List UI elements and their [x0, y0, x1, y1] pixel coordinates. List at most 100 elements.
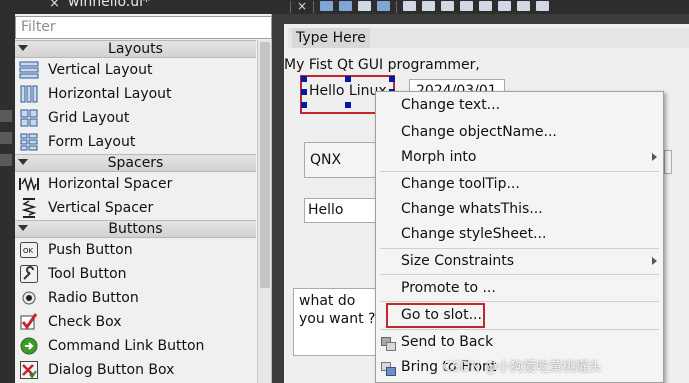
edit-widgets-icon[interactable]: [320, 1, 333, 11]
edit-tab-order-icon[interactable]: [377, 1, 390, 11]
menu-item-change-tooltip[interactable]: Change toolTip...: [376, 172, 663, 196]
category-buttons[interactable]: Buttons: [15, 220, 256, 238]
splitter-handle[interactable]: [273, 14, 284, 383]
menu-item-label: Morph into: [401, 149, 477, 165]
widget-item-horizontal-spacer[interactable]: Horizontal Spacer: [15, 172, 256, 196]
category-label: Buttons: [108, 221, 163, 237]
widget-item-label: Grid Layout: [48, 110, 130, 126]
context-menu: Change text... Change objectName... Morp…: [375, 91, 664, 383]
menu-item-label: Send to Back: [401, 334, 494, 350]
text-edit[interactable]: what do you want ?: [293, 288, 383, 356]
form-label-text[interactable]: My Fist Qt GUI programmer,: [284, 57, 480, 73]
lay-out-horizontally-icon[interactable]: [403, 1, 416, 11]
filter-input[interactable]: Filter: [15, 16, 272, 39]
category-label: Layouts: [108, 41, 163, 57]
tool-button-icon: [19, 264, 39, 284]
radio-button-icon: [19, 288, 39, 308]
widget-box-scrollbar[interactable]: [257, 40, 271, 383]
line-edit[interactable]: Hello: [304, 198, 379, 223]
widget-item-push-button[interactable]: OK Push Button: [15, 238, 256, 262]
check-box-icon: [19, 312, 39, 332]
widget-item-radio-button[interactable]: Radio Button: [15, 286, 256, 310]
left-dock-gutter: [0, 14, 15, 383]
widget-item-horizontal-layout[interactable]: Horizontal Layout: [15, 82, 256, 106]
horizontal-layout-icon: [19, 84, 39, 104]
close-form-icon[interactable]: ×: [297, 0, 307, 12]
grid-layout-icon: [19, 108, 39, 128]
combo-box-edge[interactable]: [664, 150, 672, 174]
vertical-layout-icon: [19, 60, 39, 80]
form-menu-bar: Type Here: [288, 28, 689, 48]
widget-item-label: Horizontal Layout: [48, 86, 172, 102]
selection-handle[interactable]: [345, 76, 351, 82]
menu-item-change-text[interactable]: Change text...: [376, 93, 663, 117]
widget-item-label: Command Link Button: [48, 338, 205, 354]
widget-item-dialog-button-box[interactable]: Dialog Button Box: [15, 358, 256, 382]
widget-item-form-layout[interactable]: Form Layout: [15, 130, 256, 154]
adjust-size-icon[interactable]: [536, 1, 549, 11]
dock-marker: [0, 154, 12, 166]
tab-close-button[interactable]: ×: [49, 0, 60, 11]
expand-arrow-icon[interactable]: [18, 225, 28, 231]
edit-signals-slots-icon[interactable]: [339, 1, 352, 11]
watermark-text: CSDN @小狗爱吃黄桃罐头: [443, 360, 602, 375]
widget-item-label: Radio Button: [48, 290, 139, 306]
category-spacers[interactable]: Spacers: [15, 154, 256, 172]
lay-out-horizontal-splitter-icon[interactable]: [441, 1, 454, 11]
svg-text:OK: OK: [23, 247, 34, 255]
menu-item-promote-to[interactable]: Promote to ...: [376, 276, 663, 300]
scrollbar-thumb[interactable]: [260, 42, 270, 288]
menu-item-go-to-slot[interactable]: Go to slot...: [376, 303, 663, 327]
edit-buddies-icon[interactable]: [358, 1, 371, 11]
widget-item-vertical-spacer[interactable]: Vertical Spacer: [15, 196, 256, 220]
push-button-icon: OK: [19, 240, 39, 260]
toolbar-separator: [290, 1, 291, 13]
category-label: Spacers: [107, 155, 164, 171]
menu-item-change-stylesheet[interactable]: Change styleSheet...: [376, 222, 663, 246]
menu-item-label: Size Constraints: [401, 253, 515, 269]
submenu-arrow-icon: [652, 257, 657, 265]
command-link-icon: [19, 336, 39, 356]
lay-out-vertical-splitter-icon[interactable]: [460, 1, 473, 11]
send-to-back-icon: [381, 335, 396, 351]
expand-arrow-icon[interactable]: [18, 45, 28, 51]
menu-item-change-whatsthis[interactable]: Change whatsThis...: [376, 197, 663, 221]
widget-item-label: Form Layout: [48, 134, 136, 150]
selection-handle[interactable]: [301, 76, 307, 82]
type-here-menu-placeholder[interactable]: Type Here: [292, 28, 370, 48]
widget-item-command-link-button[interactable]: Command Link Button: [15, 334, 256, 358]
horizontal-spacer-icon: [19, 174, 39, 194]
selection-handle[interactable]: [301, 102, 307, 108]
widget-item-vertical-layout[interactable]: Vertical Layout: [15, 58, 256, 82]
widget-box-panel: Filter Layouts Vertical Layout Horizonta…: [0, 14, 272, 383]
widget-item-grid-layout[interactable]: Grid Layout: [15, 106, 256, 130]
menu-item-size-constraints[interactable]: Size Constraints: [376, 249, 663, 273]
menu-separator: [380, 301, 659, 302]
toolbar-separator: [313, 1, 314, 13]
lay-out-form-icon[interactable]: [479, 1, 492, 11]
dock-marker: [0, 132, 12, 144]
menu-item-send-to-back[interactable]: Send to Back: [376, 330, 663, 354]
widget-item-label: Tool Button: [48, 266, 127, 282]
selection-handle[interactable]: [389, 76, 395, 82]
widget-item-label: Push Button: [48, 242, 133, 258]
break-layout-icon[interactable]: [517, 1, 530, 11]
expand-arrow-icon[interactable]: [18, 159, 28, 165]
dialog-button-box-icon: [19, 360, 39, 380]
widget-item-check-box[interactable]: Check Box: [15, 310, 256, 334]
menu-item-change-objectname[interactable]: Change objectName...: [376, 120, 663, 144]
selection-handle[interactable]: [345, 102, 351, 108]
widget-item-label: Vertical Layout: [48, 62, 153, 78]
lay-out-grid-icon[interactable]: [498, 1, 511, 11]
category-layouts[interactable]: Layouts: [15, 40, 256, 58]
combo-box[interactable]: QNX: [304, 142, 379, 178]
widget-item-tool-button[interactable]: Tool Button: [15, 262, 256, 286]
selection-handle[interactable]: [301, 89, 307, 95]
lay-out-vertically-icon[interactable]: [422, 1, 435, 11]
menu-item-morph-into[interactable]: Morph into: [376, 145, 663, 169]
menu-separator: [380, 274, 659, 275]
form-layout-icon: [19, 132, 39, 152]
document-tab-title[interactable]: winhello.ui*: [68, 0, 150, 10]
widget-item-label: Horizontal Spacer: [48, 176, 173, 192]
widget-item-label: Dialog Button Box: [48, 362, 175, 378]
